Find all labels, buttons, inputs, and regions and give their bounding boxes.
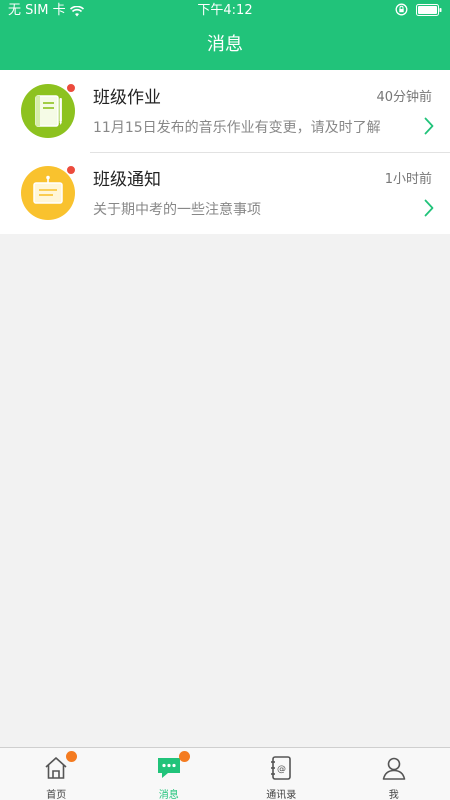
message-time: 40分钟前 <box>376 90 432 105</box>
status-bar: 无 SIM 卡 下午4:12 <box>0 0 450 22</box>
profile-icon <box>382 757 406 780</box>
message-time: 1小时前 <box>384 172 432 187</box>
tab-label: 首页 <box>46 790 67 800</box>
chevron-right-icon <box>424 117 434 135</box>
notice-board-icon <box>33 175 63 204</box>
message-title: 班级作业 <box>93 88 161 108</box>
homework-book-icon <box>35 95 62 127</box>
page-title: 消息 <box>207 34 243 55</box>
message-preview: 关于期中考的一些注意事项 <box>93 202 261 218</box>
message-item-notice[interactable]: 班级通知 1小时前 关于期中考的一些注意事项 <box>0 152 450 234</box>
svg-text:@: @ <box>277 765 286 775</box>
app-header: 无 SIM 卡 下午4:12 消息 <box>0 0 450 70</box>
tab-label: 我 <box>388 790 399 800</box>
unread-dot <box>66 165 76 175</box>
home-badge <box>66 751 78 762</box>
message-preview: 11月15日发布的音乐作业有变更，请及时了解 <box>93 120 381 136</box>
tab-label: 通讯录 <box>266 790 297 800</box>
tab-contacts[interactable]: @ 通讯录 <box>225 748 338 800</box>
chevron-right-icon <box>424 199 434 217</box>
contacts-icon: @ <box>271 756 292 780</box>
clock: 下午4:12 <box>197 3 253 18</box>
message-list: 班级作业 40分钟前 11月15日发布的音乐作业有变更，请及时了解 班级通知 1… <box>0 70 450 234</box>
battery-icon <box>416 3 442 16</box>
message-item-homework[interactable]: 班级作业 40分钟前 11月15日发布的音乐作业有变更，请及时了解 <box>0 70 450 152</box>
messages-badge <box>178 751 190 762</box>
homework-avatar <box>21 83 76 138</box>
tab-label: 消息 <box>158 790 179 800</box>
orientation-lock-icon <box>395 3 408 16</box>
notice-avatar <box>21 165 76 220</box>
tab-profile[interactable]: 我 <box>338 748 450 800</box>
tab-bar: 首页 消息 @ 通讯录 我 <box>0 747 450 800</box>
unread-dot <box>66 83 76 93</box>
tab-home[interactable]: 首页 <box>0 748 113 800</box>
tab-messages[interactable]: 消息 <box>113 748 226 800</box>
status-indicators <box>395 3 442 16</box>
message-title: 班级通知 <box>93 170 161 190</box>
